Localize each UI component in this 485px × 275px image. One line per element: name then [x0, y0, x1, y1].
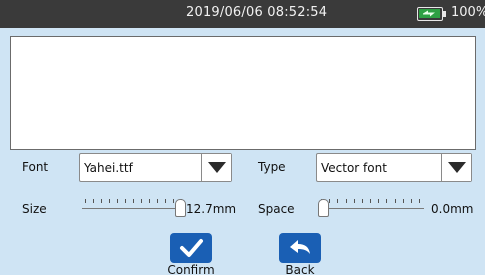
font-select-value: Yahei.ttf — [84, 161, 133, 175]
slider-tick — [386, 199, 387, 203]
slider-tick — [117, 199, 118, 203]
slider-tick — [370, 199, 371, 203]
slider-tick — [411, 199, 412, 203]
slider-tick — [85, 199, 86, 203]
type-label: Type — [258, 160, 286, 174]
size-slider-thumb[interactable] — [175, 199, 186, 217]
space-slider-track — [318, 208, 424, 209]
text-input-area[interactable] — [10, 36, 476, 150]
slider-tick — [395, 199, 396, 203]
slider-tick — [173, 199, 174, 203]
slider-tick — [362, 199, 363, 203]
slider-tick — [101, 199, 102, 203]
size-slider[interactable] — [82, 198, 186, 218]
chevron-down-icon — [448, 162, 466, 173]
font-select[interactable]: Yahei.ttf — [79, 153, 232, 182]
slider-tick — [403, 199, 404, 203]
size-value: 12.7mm — [186, 202, 237, 216]
battery-icon — [417, 7, 446, 21]
font-label: Font — [22, 160, 49, 174]
type-select[interactable]: Vector font — [316, 153, 472, 182]
type-select-value: Vector font — [321, 161, 387, 175]
size-label: Size — [22, 202, 47, 216]
slider-tick — [337, 199, 338, 203]
status-bar: 2019/06/06 08:52:54 100% — [0, 0, 485, 28]
checkmark-icon — [170, 233, 212, 263]
space-label: Space — [258, 202, 295, 216]
slider-tick — [419, 199, 420, 203]
slider-tick — [133, 199, 134, 203]
slider-tick — [165, 199, 166, 203]
back-label: Back — [285, 263, 315, 275]
slider-tick — [378, 199, 379, 203]
battery-percent: 100% — [451, 5, 485, 20]
status-datetime: 2019/06/06 08:52:54 — [186, 5, 328, 20]
confirm-button[interactable]: Confirm — [162, 230, 222, 275]
type-dropdown-button[interactable] — [441, 154, 471, 181]
slider-tick — [157, 199, 158, 203]
slider-tick — [93, 199, 94, 203]
slider-tick — [141, 199, 142, 203]
confirm-label: Confirm — [167, 263, 215, 275]
space-slider-ticks — [321, 199, 421, 205]
slider-tick — [149, 199, 150, 203]
space-slider[interactable] — [318, 198, 424, 218]
slider-tick — [109, 199, 110, 203]
size-slider-ticks — [85, 199, 183, 205]
back-arrow-icon — [279, 233, 321, 263]
font-dropdown-button[interactable] — [201, 154, 231, 181]
slider-tick — [354, 199, 355, 203]
slider-tick — [329, 199, 330, 203]
slider-tick — [125, 199, 126, 203]
space-slider-thumb[interactable] — [318, 199, 329, 217]
chevron-down-icon — [208, 162, 226, 173]
space-value: 0.0mm — [431, 202, 474, 216]
slider-tick — [346, 199, 347, 203]
back-button[interactable]: Back — [271, 230, 331, 275]
size-slider-track — [82, 208, 186, 209]
